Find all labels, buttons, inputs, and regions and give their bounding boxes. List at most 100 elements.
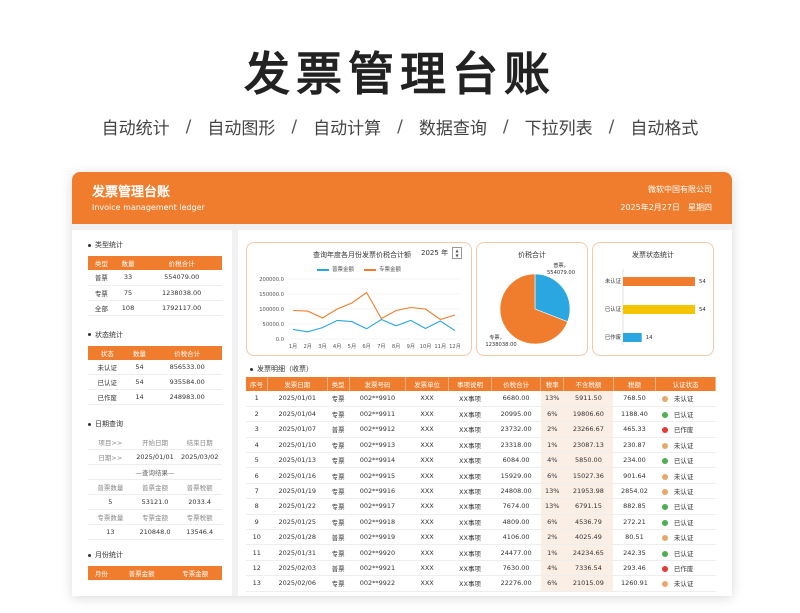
table-cell: XXX [405,467,449,484]
status-cell[interactable]: 已认证 [655,544,716,561]
table-row[interactable]: 7 2025/01/19 专票 002**9916 XXX XX事项 24808.00 13%… [246,483,716,500]
status-cell[interactable]: 未认证 [655,391,716,407]
table-row[interactable]: 9 2025/01/25 专票 002**9918 XXX XX事项 4809.00 6% 45… [246,514,716,531]
table-cell: 54 [126,374,153,390]
pie-value-label: 1238038.00 [485,342,516,348]
status-cell[interactable]: 已认证 [655,452,716,469]
table-cell: XX事项 [448,514,492,531]
query-cell: 53121.0 [141,498,169,506]
pie-value-label: 554079.00 [547,270,575,276]
status-cell[interactable]: 未认证 [655,467,716,484]
date-text: 2025年2月27日 [620,203,680,212]
table-cell: 1188.40 [613,406,656,423]
section-title-text: 状态统计 [95,330,123,339]
bullet-icon [88,333,91,336]
table-header: 数量 [126,345,153,360]
table-cell: 002**9910 [349,391,406,407]
table-cell: 专票 [327,391,350,407]
status-cell[interactable]: 未认证 [655,529,716,546]
y-tick-label: 0.0 [276,337,284,343]
table-cell: 21015.09 [563,575,614,592]
table-row: 普票 33 554079.00 [88,270,222,286]
table-cell: XXX [405,514,449,531]
query-row: 项目>> 开始日期 结束日期 [88,435,222,450]
bar-category-label: 未认证 [605,277,622,285]
table-cell: 6% [540,575,564,592]
date-query-grid: 项目>> 开始日期 结束日期 日期>> 2025/01/01 2025/03/0… [88,435,222,540]
table-cell: 7336.54 [563,560,614,577]
table-row[interactable]: 10 2025/01/28 普票 002**9919 XXX XX事项 4106.00 2% 4… [246,529,716,546]
table-row[interactable]: 3 2025/01/07 普票 002**9912 XXX XX事项 23732.00 2% 2… [246,421,716,438]
table-cell: XXX [405,575,449,592]
table-cell: 2% [540,421,564,438]
status-label: 未认证 [673,580,694,589]
table-row[interactable]: 6 2025/01/16 专票 002**9915 XXX XX事项 15929.00 6% 1… [246,467,716,484]
table-cell: 935584.00 [152,374,222,390]
status-cell[interactable]: 未认证 [655,483,716,500]
table-cell: 普票 [327,560,350,577]
table-cell: XXX [405,452,449,469]
feature-separator: / [608,116,615,137]
table-cell: 1% [540,544,564,561]
table-cell: 专票 [327,452,350,469]
table-cell: XXX [405,406,449,423]
status-label: 未认证 [673,488,694,497]
status-cell[interactable]: 未认证 [655,437,716,454]
status-label: 未认证 [673,472,694,481]
status-dot-icon [661,535,668,542]
section-title-text: 月份统计 [95,551,123,559]
hero-title: 发票管理台账 [244,47,556,101]
table-row[interactable]: 11 2025/01/31 专票 002**9920 XXX XX事项 24477.00 1%… [246,544,716,561]
x-tick-label: 11月 [434,343,446,350]
table-cell: 13% [540,498,564,515]
table-row[interactable]: 1 2025/01/01 专票 002**9910 XXX XX事项 6680.00 13% 5… [246,391,716,407]
x-tick-label: 3月 [318,343,327,350]
pie-label: 普票， [553,261,569,269]
y-tick-label: 200000.0 [259,277,284,283]
table-row[interactable]: 5 2025/01/13 专票 002**9914 XXX XX事项 6084.00 4% 58… [246,452,716,469]
feature-list: 自动统计 / 自动图形 / 自动计算 / 数据查询 / 下拉列表 / 自动格式 [0,114,800,140]
table-row: 全部 108 1792117.00 [88,300,222,316]
table-cell: 13% [540,391,564,407]
table-row[interactable]: 12 2025/02/03 普票 002**9921 XXX XX事项 7630.00 4% 7… [246,560,716,577]
table-row[interactable]: 8 2025/01/22 专票 002**9917 XXX XX事项 7674.00 13% 6… [246,498,716,515]
table-cell: 6680.00 [491,391,541,407]
table-cell: XXX [405,421,449,438]
table-row: 已认证 54 935584.00 [88,374,222,390]
status-cell[interactable]: 已认证 [655,514,716,531]
status-cell[interactable]: 已作废 [655,560,716,577]
status-cell[interactable]: 已认证 [655,406,716,423]
status-cell[interactable]: 未认证 [655,575,716,592]
feature-separator: / [185,116,192,137]
table-cell: 2025/01/13 [267,452,328,469]
table-cell: 1% [540,437,564,454]
table-cell: 2025/01/16 [267,467,328,484]
table-cell: 24234.65 [563,544,614,561]
table-header: 序号 [246,377,268,391]
table-cell: XX事项 [448,391,492,407]
table-cell: 6% [540,514,564,531]
table-row[interactable]: 13 2025/02/06 专票 002**9922 XXX XX事项 22276.00 6%… [246,575,716,592]
table-cell: 专票 [327,498,350,515]
table-cell: 全部 [88,300,115,316]
table-cell: 专票 [327,406,350,423]
status-cell[interactable]: 已作废 [655,421,716,438]
table-cell: 5850.00 [563,452,614,469]
table-row[interactable]: 2 2025/01/04 专票 002**9911 XXX XX事项 20995.00 6% 1… [246,406,716,423]
bullet-icon [250,367,253,371]
status-cell[interactable]: 已认证 [655,498,716,515]
table-cell: 4536.79 [563,514,614,531]
status-dot-icon [661,519,668,526]
table-cell: 242.35 [613,544,656,561]
table-cell: XX事项 [448,544,492,561]
table-row[interactable]: 4 2025/01/10 专票 002**9913 XXX XX事项 23318.00 1% 2… [246,437,716,454]
table-header: 发票日期 [267,377,328,391]
status-label: 已作废 [673,426,694,435]
start-date-field[interactable]: 2025/01/01 [133,453,178,461]
end-date-field[interactable]: 2025/03/02 [177,453,222,461]
table-cell: 5 [246,452,268,469]
x-tick-label: 4月 [333,343,342,350]
invoice-detail-table: 序号 发票日期 类型 发票号码 发票单位 事项说明 价税合计 税率 不含税额 税额 认证状态 1 202… [246,377,716,592]
table-cell: 33 [114,270,142,286]
table-header: 普票金额 [114,566,169,580]
